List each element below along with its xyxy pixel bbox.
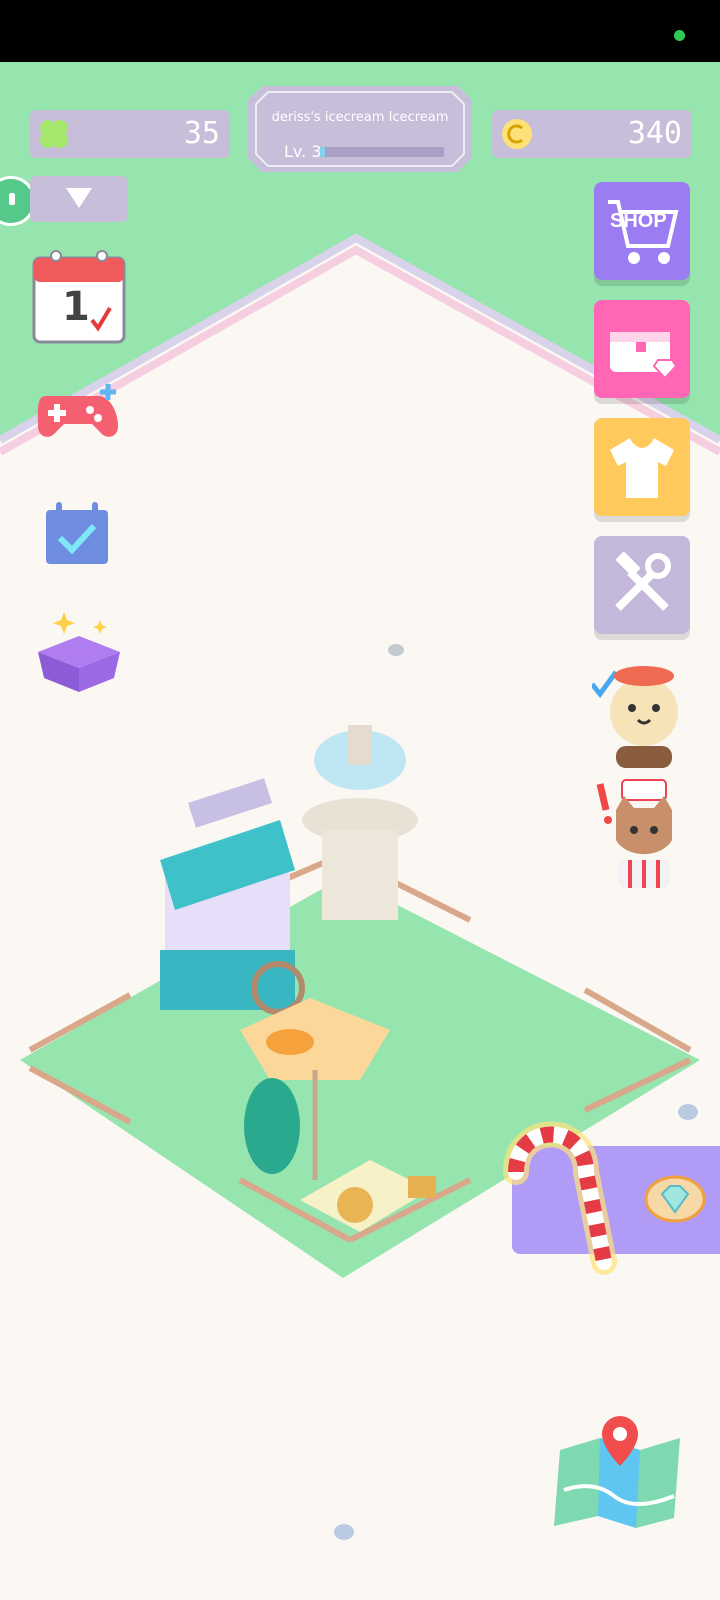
cat-chef-customer-icon	[596, 779, 672, 888]
coin-count: 340	[627, 116, 682, 151]
sleeping-cat-icon	[266, 1029, 314, 1055]
coin-counter[interactable]: 340	[492, 110, 692, 158]
clover-count: 35	[183, 116, 220, 151]
store-level: Lv. 3	[284, 142, 322, 161]
shop-label: SHOP	[610, 210, 667, 232]
pebble	[678, 1104, 698, 1120]
game-controller-icon[interactable]	[32, 382, 124, 448]
tree	[244, 1078, 300, 1174]
basket-icon	[408, 1176, 436, 1198]
clover-counter[interactable]: 35	[30, 110, 230, 158]
diamond-icon	[644, 1175, 706, 1223]
map-icon[interactable]	[550, 1410, 688, 1530]
treasure-chest-button[interactable]	[594, 300, 690, 398]
candy-cane-icon[interactable]	[498, 1116, 628, 1276]
poodle-customer-icon	[590, 666, 678, 768]
daily-calendar-button[interactable]: 1	[32, 248, 126, 344]
treasure-chest-icon	[610, 332, 678, 380]
calendar-day: 1	[62, 284, 90, 330]
store-name: deriss's icecream Icecream	[271, 110, 449, 125]
hammer-wrench-icon	[615, 552, 671, 611]
lion-icon	[337, 1187, 373, 1223]
xp-bar-fill	[320, 147, 325, 157]
coin-icon	[502, 119, 532, 149]
mystery-box-icon[interactable]	[36, 606, 122, 694]
tools-button[interactable]	[594, 536, 690, 634]
pebble	[388, 644, 404, 656]
xp-bar	[320, 147, 444, 157]
customer-poodle[interactable]	[590, 656, 692, 768]
wardrobe-button[interactable]	[594, 418, 690, 516]
customer-cat-chef[interactable]	[592, 776, 692, 888]
dropdown-button[interactable]	[30, 176, 128, 222]
status-indicator-dot	[674, 30, 685, 41]
checklist-icon[interactable]	[44, 500, 110, 566]
shop-button[interactable]: SHOP	[594, 182, 690, 280]
tshirt-icon	[610, 438, 674, 498]
dropdown-arrow-icon	[66, 188, 92, 208]
clover-icon	[40, 120, 68, 148]
pebble	[334, 1524, 354, 1540]
store-title-plate[interactable]: deriss's icecream Icecream Lv. 3	[248, 86, 472, 172]
status-bar	[0, 0, 720, 62]
